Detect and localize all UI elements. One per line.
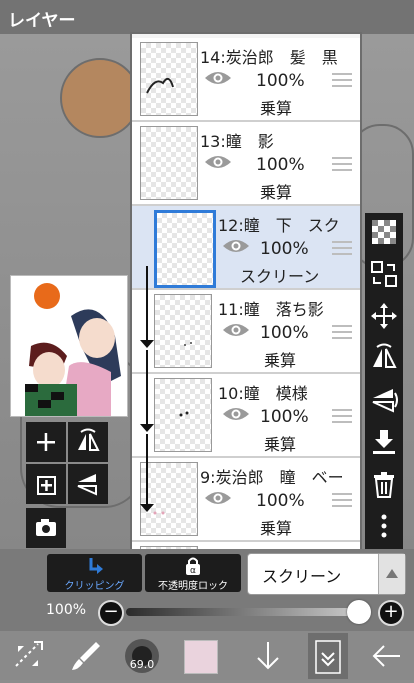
layer-blend-mode: 乗算	[260, 183, 293, 202]
drag-handle-icon[interactable]	[332, 325, 352, 339]
layer-name: 10:瞳 模様	[218, 384, 308, 403]
blend-mode-select[interactable]: スクリーン	[247, 553, 406, 595]
visibility-eye-icon[interactable]	[204, 69, 232, 87]
add-8bit-layer-button[interactable]	[26, 464, 66, 504]
flip-v-button[interactable]	[68, 464, 108, 504]
flip-horizontal-icon[interactable]	[369, 343, 399, 373]
layer-row-selected[interactable]: 12:瞳 下 スク 100% スクリーン	[132, 206, 360, 290]
opacity-value: 100%	[46, 602, 87, 618]
layer-tools-strip	[365, 213, 403, 549]
visibility-eye-icon[interactable]	[222, 405, 250, 423]
layers-icon	[315, 640, 341, 674]
clipping-arrow-icon	[89, 558, 103, 574]
layer-name: 11:瞳 落ち影	[218, 300, 324, 319]
clipping-arrow-icon	[140, 424, 154, 432]
drag-handle-icon[interactable]	[332, 73, 352, 87]
layer-opacity: 100%	[256, 71, 305, 91]
clipping-indicator	[146, 434, 148, 508]
clipping-button[interactable]: クリッピング	[47, 554, 142, 592]
visibility-eye-icon[interactable]	[222, 237, 250, 255]
layer-thumbnail	[140, 42, 198, 116]
layer-blend-mode: 乗算	[264, 435, 297, 454]
color-swatch[interactable]	[184, 640, 218, 674]
brush-size-button[interactable]: 69.0	[122, 636, 162, 676]
brush-icon[interactable]	[66, 636, 106, 676]
layer-thumbnail	[154, 294, 212, 368]
blend-mode-value: スクリーン	[262, 567, 342, 586]
layer-blend-mode: 乗算	[260, 99, 293, 118]
add-8bit-layer-icon	[37, 476, 56, 495]
layer-row[interactable]: 14:炭治郎 髪 黒 100% 乗算	[132, 38, 360, 122]
layer-opacity: 100%	[260, 323, 309, 343]
svg-text:α: α	[190, 566, 196, 576]
layer-panel[interactable]: 14:炭治郎 髪 黒 100% 乗算 13:瞳 影 100% 乗算 12:瞳 下…	[130, 32, 362, 554]
layer-row[interactable]: 13:瞳 影 100% 乗算	[132, 122, 360, 206]
opacity-increase-button[interactable]: +	[378, 600, 404, 626]
more-icon[interactable]	[369, 511, 399, 541]
opacity-slider-track[interactable]	[126, 608, 366, 616]
layers-button[interactable]	[308, 633, 348, 679]
title-bar: レイヤー	[0, 0, 414, 34]
lock-opacity-label: 不透明度ロック	[158, 581, 228, 592]
brush-size-value: 69.0	[129, 658, 155, 671]
layer-thumbnail	[154, 210, 216, 288]
layer-thumbnail	[140, 462, 198, 536]
camera-button[interactable]	[26, 508, 66, 548]
clipping-indicator	[146, 350, 148, 430]
flip-v-icon	[77, 474, 97, 496]
add-layer-button[interactable]	[26, 422, 66, 462]
flip-h-icon	[78, 428, 100, 451]
canvas-preview	[10, 275, 128, 417]
opacity-slider-knob[interactable]	[347, 600, 371, 624]
back-icon[interactable]	[366, 636, 406, 676]
drag-handle-icon[interactable]	[332, 493, 352, 507]
layer-thumbnail	[154, 378, 212, 452]
chevron-up-icon	[386, 569, 398, 578]
layer-opacity: 100%	[260, 407, 309, 427]
camera-icon	[36, 519, 56, 536]
drag-handle-icon[interactable]	[332, 241, 352, 255]
drag-handle-icon[interactable]	[332, 157, 352, 171]
layer-row[interactable]: 10:瞳 模様 100% 乗算	[132, 374, 360, 458]
layer-name: 12:瞳 下 スク	[218, 216, 340, 235]
layer-name: 13:瞳 影	[200, 132, 274, 151]
move-icon[interactable]	[369, 301, 399, 331]
layer-name: 14:炭治郎 髪 黒	[200, 48, 338, 67]
layer-opacity: 100%	[256, 155, 305, 175]
canvas-orange	[60, 58, 140, 138]
merge-down-icon[interactable]	[369, 427, 399, 457]
drag-handle-icon[interactable]	[332, 409, 352, 423]
left-layer-tools	[26, 422, 110, 550]
lock-opacity-button[interactable]: α 不透明度ロック	[145, 554, 241, 592]
clipping-arrow-icon	[140, 504, 154, 512]
transparent-fill-icon[interactable]	[369, 217, 399, 247]
flip-h-button[interactable]	[68, 422, 108, 462]
layer-opacity: 100%	[256, 491, 305, 511]
visibility-eye-icon[interactable]	[204, 153, 232, 171]
layer-thumbnail	[140, 126, 198, 200]
layer-blend-mode: 乗算	[264, 351, 297, 370]
arrow-down-icon[interactable]	[248, 636, 288, 676]
layer-blend-mode: 乗算	[260, 519, 293, 538]
lock-alpha-icon: α	[186, 557, 200, 576]
page-title: レイヤー	[8, 11, 76, 31]
layer-blend-mode: スクリーン	[240, 267, 320, 286]
flip-vertical-icon[interactable]	[369, 385, 399, 415]
transform-icon[interactable]	[8, 636, 48, 676]
layer-name: 9:炭治郎 瞳 ベー	[200, 468, 344, 487]
clipping-arrow-icon	[140, 340, 154, 348]
layer-opacity: 100%	[260, 239, 309, 259]
blend-dropdown-toggle[interactable]	[378, 554, 405, 594]
layer-row[interactable]: 9:炭治郎 瞳 ベー 100% 乗算	[132, 458, 360, 542]
clipping-indicator	[146, 266, 148, 346]
visibility-eye-icon[interactable]	[222, 321, 250, 339]
clipping-label: クリッピング	[64, 581, 125, 592]
opacity-decrease-button[interactable]: −	[98, 600, 124, 626]
trash-icon[interactable]	[369, 469, 399, 499]
layer-row[interactable]: 11:瞳 落ち影 100% 乗算	[132, 290, 360, 374]
visibility-eye-icon[interactable]	[204, 489, 232, 507]
add-layer-icon	[37, 433, 55, 451]
swap-layers-icon[interactable]	[369, 259, 399, 289]
